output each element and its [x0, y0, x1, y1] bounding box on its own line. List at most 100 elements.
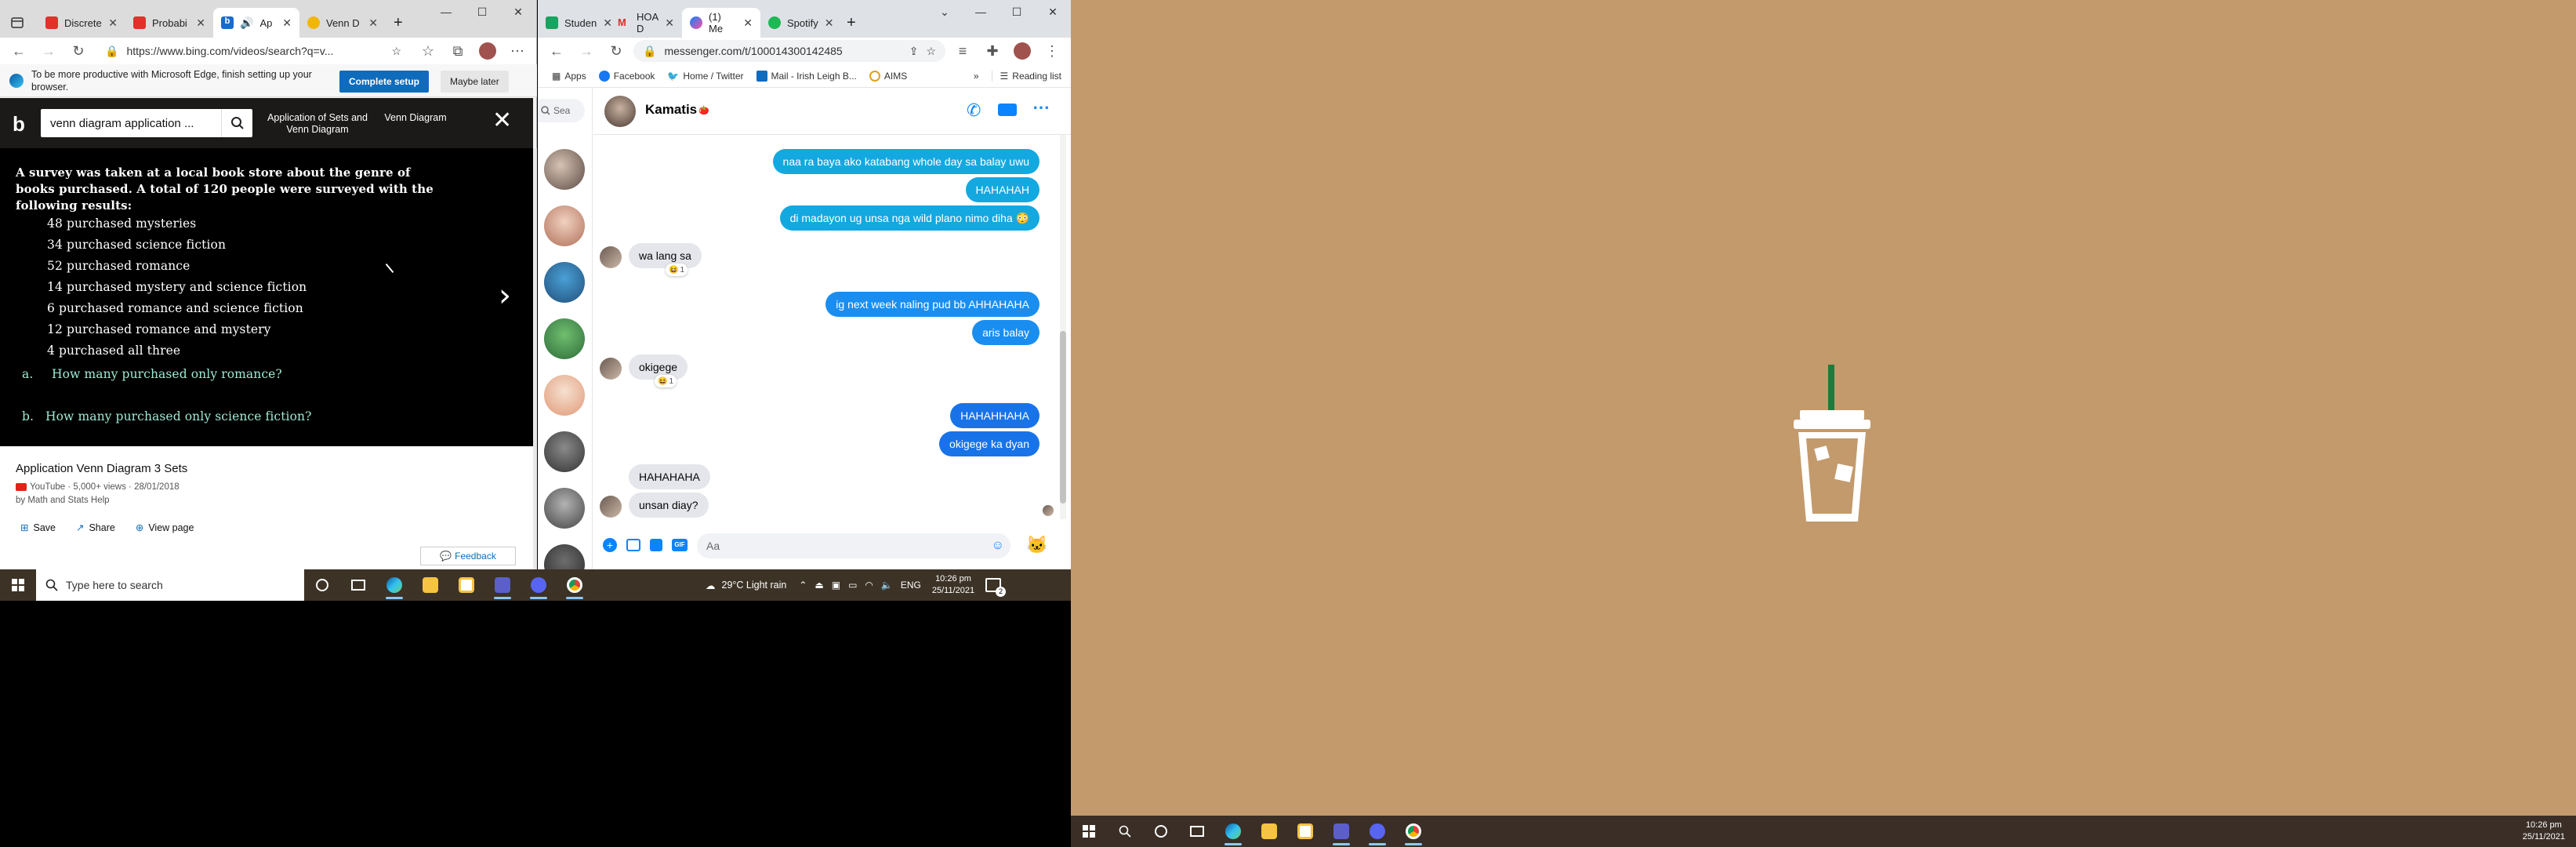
scrollbar[interactable] [1060, 135, 1066, 519]
cortana-icon[interactable] [1143, 816, 1179, 847]
maybe-later-button[interactable]: Maybe later [441, 71, 509, 93]
received-message[interactable]: unsan diay? [629, 493, 709, 518]
file-explorer-icon[interactable] [1251, 816, 1287, 847]
clock[interactable]: 10:26 pm 25/11/2021 [2523, 820, 2565, 843]
scrollbar[interactable] [533, 148, 537, 569]
refresh-icon[interactable]: ↻ [66, 38, 91, 64]
back-icon[interactable]: ← [6, 38, 31, 64]
bookmark-apps[interactable]: ▦ Apps [552, 71, 586, 82]
maximize-button[interactable]: ☐ [464, 0, 500, 24]
volume-icon[interactable]: 🔈 [881, 580, 893, 591]
bookmark-mail[interactable]: Mail - Irish Leigh B... [756, 70, 857, 82]
share-icon[interactable]: ⇪ [909, 45, 919, 58]
edge-tab-discrete[interactable]: Discrete ✕ [38, 8, 125, 38]
search-icon[interactable] [1107, 816, 1143, 847]
teams-icon[interactable] [1323, 816, 1359, 847]
reaction-badge[interactable]: 😆 1 [666, 264, 688, 276]
bookmark-facebook[interactable]: Facebook [598, 70, 655, 82]
favorites-icon[interactable]: ☆ [415, 38, 441, 64]
weather-widget[interactable]: ☁ 29°C Light rain [706, 580, 786, 591]
chat-search-input[interactable]: Sea [538, 99, 585, 122]
chrome-tab-student[interactable]: Studen ✕ [538, 8, 612, 38]
more-menu-icon[interactable]: ⋯ [505, 38, 530, 64]
related-tab-sets[interactable]: Application of Sets and Venn Diagram [267, 112, 368, 136]
sticker-icon[interactable] [650, 539, 662, 551]
received-message[interactable]: HAHAHAHA [629, 464, 710, 489]
close-tab-icon[interactable]: ✕ [825, 16, 834, 30]
taskbar-search-input[interactable]: Type here to search [36, 569, 304, 601]
reaction-badge[interactable]: 😆 1 [655, 375, 677, 387]
contact-name-row[interactable]: Kamatis 🍅 [645, 102, 709, 118]
edge-tab-venn[interactable]: Venn D ✕ [299, 8, 386, 38]
extensions-icon[interactable]: ✚ [980, 38, 1005, 64]
minimize-button[interactable]: — [428, 0, 464, 24]
image-icon[interactable] [626, 539, 640, 551]
tray-overflow-icon[interactable]: ⌃ [799, 580, 807, 591]
sent-message[interactable]: HAHAHAH [965, 177, 1039, 202]
edge-taskbar-icon[interactable] [1215, 816, 1251, 847]
emoji-icon[interactable]: ☺ [992, 539, 1004, 553]
sent-message[interactable]: okigege ka dyan [939, 431, 1039, 456]
close-tab-icon[interactable]: ✕ [743, 16, 753, 30]
battery-icon[interactable]: ▭ [848, 580, 857, 591]
chat-avatar[interactable] [544, 544, 585, 569]
contact-avatar[interactable] [604, 96, 636, 127]
address-bar[interactable]: 🔒 messenger.com/t/100014300142485 ⇪ ☆ [633, 40, 945, 62]
edge-tab-probability[interactable]: Probabi ✕ [125, 8, 213, 38]
new-tab-button[interactable]: + [839, 8, 865, 38]
chat-avatar[interactable] [544, 262, 585, 303]
close-window-button[interactable]: ✕ [500, 0, 536, 24]
tab-actions-icon[interactable] [3, 8, 38, 38]
video-title[interactable]: Application Venn Diagram 3 Sets [16, 462, 187, 475]
sent-message[interactable]: di madayon ug unsa nga wild plano nimo d… [779, 205, 1039, 231]
chat-avatar[interactable] [544, 431, 585, 472]
chat-avatar[interactable] [544, 318, 585, 359]
feedback-button[interactable]: 💬 Feedback [420, 547, 516, 565]
view-page-button[interactable]: ⊕ View page [136, 522, 194, 534]
store-icon[interactable] [448, 569, 484, 601]
chat-avatar[interactable] [544, 205, 585, 246]
discord-icon[interactable] [1359, 816, 1395, 847]
chat-avatar[interactable] [544, 375, 585, 416]
gif-icon[interactable]: GIF [672, 539, 688, 551]
chrome-taskbar-icon[interactable] [557, 569, 593, 601]
reading-list-button[interactable]: ☰ Reading list [991, 70, 1071, 82]
back-icon[interactable]: ← [544, 38, 569, 64]
related-tab-venn[interactable]: Venn Diagram [376, 112, 455, 123]
task-view-icon[interactable] [1179, 816, 1215, 847]
clock[interactable]: 10:26 pm 25/11/2021 [932, 573, 974, 597]
task-view-icon[interactable] [340, 569, 376, 601]
notification-icon[interactable]: 2 [985, 578, 1007, 597]
media-control-icon[interactable]: ≡ [950, 38, 975, 64]
meet-now-icon[interactable]: ▣ [832, 580, 840, 591]
scrollbar-thumb[interactable] [1060, 331, 1066, 503]
search-icon[interactable] [221, 109, 252, 137]
message-input[interactable]: Aa ☺ [697, 533, 1010, 558]
chrome-tab-messenger[interactable]: (1) Me ✕ [682, 8, 760, 38]
bing-search-input[interactable]: venn diagram application ... [41, 109, 252, 137]
cat-sticker-icon[interactable]: 🐱 [1026, 535, 1047, 555]
share-button[interactable]: ↗ Share [76, 522, 115, 534]
sent-message[interactable]: ig next week naling pud bb AHHAHAHA [825, 292, 1039, 317]
close-tab-icon[interactable]: ✕ [196, 16, 205, 30]
profile-avatar[interactable] [475, 38, 500, 64]
collections-icon[interactable]: ⧉ [445, 38, 470, 64]
video-call-icon[interactable] [998, 104, 1017, 116]
edge-tab-bing-video[interactable]: b 🔊 Ap ✕ [213, 8, 299, 38]
forward-icon[interactable]: → [36, 38, 61, 64]
tab-search-icon[interactable]: ⌄ [927, 0, 963, 24]
sent-message[interactable]: aris balay [972, 320, 1039, 345]
close-tab-icon[interactable]: ✕ [368, 16, 378, 30]
language-indicator[interactable]: ENG [901, 580, 921, 591]
start-button[interactable] [0, 569, 36, 601]
forward-icon[interactable]: → [574, 38, 599, 64]
sent-message[interactable]: naa ra baya ako katabang whole day sa ba… [772, 149, 1039, 174]
complete-setup-button[interactable]: Complete setup [339, 71, 430, 93]
discord-icon[interactable] [521, 569, 557, 601]
minimize-button[interactable]: — [963, 0, 999, 24]
chrome-tab-gmail[interactable]: M HOA D ✕ [610, 8, 682, 38]
close-tab-icon[interactable]: ✕ [665, 16, 674, 30]
address-bar[interactable]: 🔒 https://www.bing.com/videos/search?q=v… [96, 40, 411, 62]
wifi-icon[interactable]: ◠ [865, 580, 873, 591]
chat-avatar[interactable] [544, 149, 585, 190]
